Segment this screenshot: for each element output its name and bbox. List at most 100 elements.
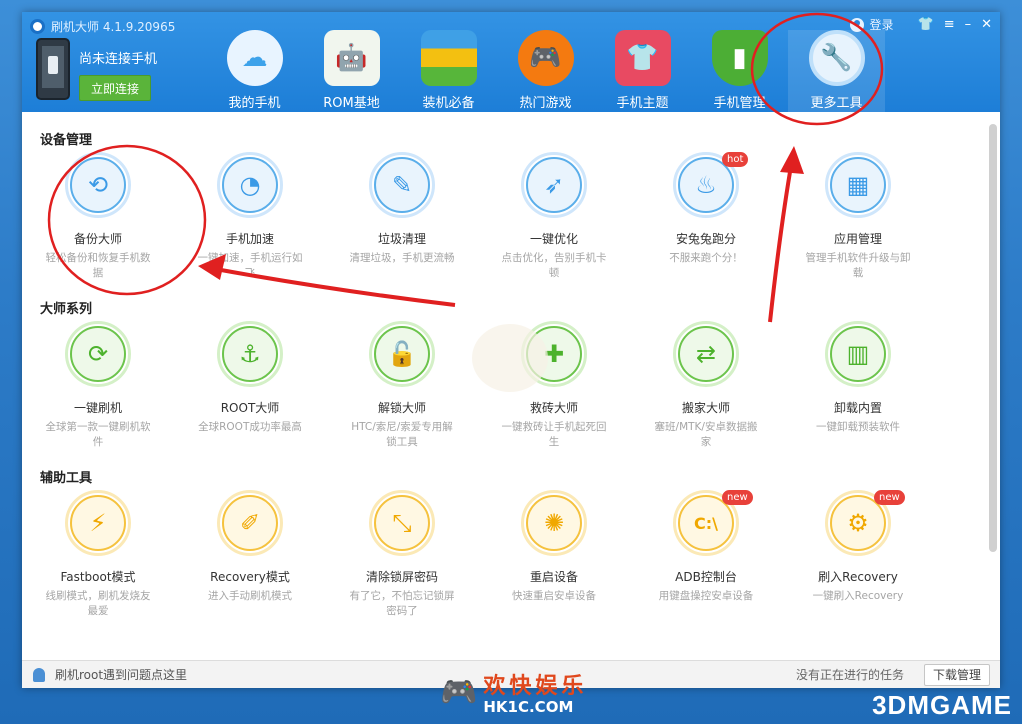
section-title-aux: 辅助工具 [40, 471, 93, 486]
tool-fastboot[interactable]: ⚡ Fastboot模式 线刷模式，刷机发烧友最爱 [22, 490, 174, 619]
nav-essentials[interactable]: 装机必备 [400, 30, 497, 112]
tool-desc: 一键救砖让手机起死回生 [501, 421, 607, 448]
tool-name: 救砖大师 [529, 401, 578, 415]
android-bag-icon: 🤖 [323, 30, 380, 86]
tool-speedup[interactable]: ◔ 手机加速 一键加速，手机运行如飞 [174, 152, 326, 281]
menu-icon[interactable]: ≡ [944, 17, 955, 32]
rocket-icon: ➶ [526, 157, 582, 213]
tool-one-click-flash[interactable]: ⟳ 一键刷机 全球第一款一键刷机软件 [22, 321, 174, 450]
transfer-icon: ⇄ [678, 326, 734, 382]
nav-phone-manage[interactable]: ▮ 手机管理 [691, 30, 788, 112]
vertical-scrollbar[interactable] [989, 124, 997, 552]
phone-plus-icon: ✚ [526, 326, 582, 382]
nav-label: 更多工具 [810, 96, 863, 111]
window-title: 刷机大师 4.1.9.20965 [51, 19, 176, 34]
tool-name: 卸载内置 [833, 401, 882, 415]
nav-hot-games[interactable]: 🎮 热门游戏 [497, 30, 594, 112]
stack-icon [420, 30, 477, 86]
tool-desc: 一键卸载预装软件 [816, 421, 900, 433]
tool-name: 垃圾清理 [377, 232, 426, 246]
tool-data-transfer[interactable]: ⇄ 搬家大师 塞班/MTK/安卓数据搬家 [630, 321, 782, 450]
device-info: 尚未连接手机 立即连接 [79, 48, 157, 101]
tool-desc: 轻松备份和恢复手机数据 [45, 252, 151, 279]
tool-desc: 清理垃圾，手机更流畅 [349, 252, 455, 264]
gamepad-hand-icon: 🎮 [440, 674, 478, 710]
tool-name: 安兔兔跑分 [675, 232, 736, 246]
wrench-icon: 🔧 [808, 30, 865, 86]
tool-desc: 点击优化，告别手机卡顿 [501, 252, 607, 279]
tool-name: 清除锁屏密码 [365, 570, 438, 584]
backup-icon: ⟲ [70, 157, 126, 213]
brand-watermark: 3DMGAME [872, 690, 1012, 720]
tools-panel: 设备管理 ⟲ 备份大师 轻松备份和恢复手机数据 ◔ 手机加速 一键加速，手机运行… [22, 112, 1000, 660]
main-nav: ☁ 我的手机 🤖 ROM基地 装机必备 🎮 热门游戏 👕 手机主题 ▮ 手机管理… [206, 30, 885, 112]
tool-app-manage[interactable]: ▦ 应用管理 管理手机软件升级与卸载 [782, 152, 934, 281]
tool-adb-console[interactable]: C:\ new ADB控制台 用键盘操控安卓设备 [630, 490, 782, 619]
tool-name: 解锁大师 [377, 401, 426, 415]
tool-desc: 一键加速，手机运行如飞 [197, 252, 303, 279]
tool-desc: 一键刷入Recovery [812, 590, 904, 602]
device-status: 尚未连接手机 [79, 52, 158, 67]
cloud-icon: ☁ [226, 30, 283, 86]
tool-uninstall-builtin[interactable]: ▥ 卸载内置 一键卸载预装软件 [782, 321, 934, 450]
app-logo-icon [30, 18, 45, 34]
top-banner: 刷机大师 4.1.9.20965 登录 👕 ≡ – ✕ 尚未连接手机 立即连接 … [22, 12, 1000, 112]
tool-desc: 不服来跑个分！ [669, 252, 743, 264]
nav-my-phone[interactable]: ☁ 我的手机 [206, 30, 303, 112]
nav-more-tools[interactable]: 🔧 更多工具 [788, 30, 885, 112]
tool-antutu[interactable]: ♨ hot 安兔兔跑分 不服来跑个分！ [630, 152, 782, 281]
brush-icon: ✎ [374, 157, 430, 213]
loading-icon: ✺ [526, 495, 582, 551]
tablet-edit-icon: ✐ [222, 495, 278, 551]
tool-root-master[interactable]: ⚓ ROOT大师 全球ROOT成功率最高 [174, 321, 326, 450]
tool-flash-recovery[interactable]: ⚙ new 刷入Recovery 一键刷入Recovery [782, 490, 934, 619]
title-bar: 刷机大师 4.1.9.20965 [30, 17, 175, 35]
shield-icon: ▮ [711, 30, 768, 86]
gamepad-icon: 🎮 [517, 30, 574, 86]
download-manager-button[interactable]: 下载管理 [923, 664, 990, 686]
nav-label: 装机必备 [422, 96, 475, 111]
bell-icon [33, 667, 45, 682]
tool-brick-rescue[interactable]: ✚ 救砖大师 一键救砖让手机起死回生 [478, 321, 630, 450]
close-icon[interactable]: ✕ [981, 17, 992, 32]
nav-label: 我的手机 [228, 96, 281, 111]
tool-name: 一键优化 [529, 232, 578, 246]
tool-recovery-mode[interactable]: ✐ Recovery模式 进入手动刷机模式 [174, 490, 326, 619]
tool-cleanup[interactable]: ✎ 垃圾清理 清理垃圾，手机更流畅 [326, 152, 478, 281]
tool-backup[interactable]: ⟲ 备份大师 轻松备份和恢复手机数据 [22, 152, 174, 281]
section-title-master: 大师系列 [40, 302, 93, 317]
phone-icon [36, 38, 70, 100]
tool-name: 应用管理 [833, 232, 882, 246]
connect-button[interactable]: 立即连接 [79, 75, 151, 101]
tool-reboot[interactable]: ✺ 重启设备 快速重启安卓设备 [478, 490, 630, 619]
anchor-icon: ⚓ [222, 326, 278, 382]
app-window: 刷机大师 4.1.9.20965 登录 👕 ≡ – ✕ 尚未连接手机 立即连接 … [22, 12, 1000, 688]
tool-name: Recovery模式 [210, 570, 290, 584]
tool-name: 手机加速 [225, 232, 274, 246]
nav-themes[interactable]: 👕 手机主题 [594, 30, 691, 112]
nav-rom-base[interactable]: 🤖 ROM基地 [303, 30, 400, 112]
tool-name: 重启设备 [529, 570, 578, 584]
help-link[interactable]: 刷机root遇到问题点这里 [55, 666, 187, 683]
tool-optimize[interactable]: ➶ 一键优化 点击优化，告别手机卡顿 [478, 152, 630, 281]
skin-icon[interactable]: 👕 [918, 17, 934, 32]
aux-tools-grid: ⚡ Fastboot模式 线刷模式，刷机发烧友最爱 ✐ Recovery模式 进… [22, 490, 982, 619]
tool-clear-lock[interactable]: ⤡ 清除锁屏密码 有了它，不怕忘记锁屏密码了 [326, 490, 478, 619]
tool-desc: 用键盘操控安卓设备 [658, 590, 754, 602]
device-tools-grid: ⟲ 备份大师 轻松备份和恢复手机数据 ◔ 手机加速 一键加速，手机运行如飞 ✎ … [22, 152, 982, 281]
nav-label: ROM基地 [323, 96, 380, 111]
tool-name: 一键刷机 [73, 401, 122, 415]
master-tools-grid: ⟳ 一键刷机 全球第一款一键刷机软件 ⚓ ROOT大师 全球ROOT成功率最高 … [22, 321, 982, 450]
tool-desc: 全球第一款一键刷机软件 [45, 421, 151, 448]
tool-desc: 进入手动刷机模式 [208, 590, 292, 602]
trash-icon: ▥ [830, 326, 886, 382]
lightning-icon: ⚡ [70, 495, 126, 551]
tool-name: 搬家大师 [681, 401, 730, 415]
nav-label: 手机管理 [713, 96, 766, 111]
tool-desc: 塞班/MTK/安卓数据搬家 [654, 421, 758, 448]
tool-desc: HTC/索尼/索爱专用解锁工具 [351, 421, 453, 448]
tool-unlock-master[interactable]: 🔓 解锁大师 HTC/索尼/索爱专用解锁工具 [326, 321, 478, 450]
refresh-icon: ⟳ [70, 326, 126, 382]
minimize-icon[interactable]: – [965, 17, 972, 32]
tool-name: ADB控制台 [675, 570, 737, 584]
